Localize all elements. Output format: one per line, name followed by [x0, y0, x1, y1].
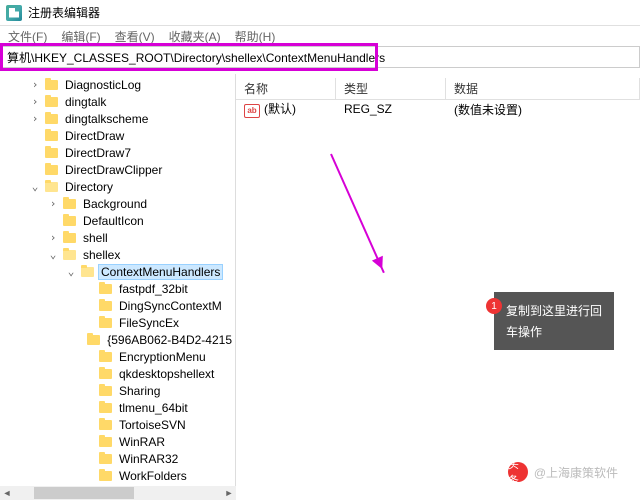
watermark: 头条 @上海康策软件 — [508, 462, 618, 482]
tree-item[interactable]: Sharing — [116, 384, 163, 398]
tree-item[interactable]: WinRAR — [116, 435, 168, 449]
tree-panel[interactable]: › DiagnosticLog › dingtalk › dingtalkscheme… — [0, 74, 236, 486]
tree-item[interactable]: FileSyncEx — [116, 316, 182, 330]
tree-item[interactable]: EncryptionMenu — [116, 350, 209, 364]
watermark-icon: 头条 — [508, 462, 528, 482]
tree-item[interactable]: WorkFolders — [116, 469, 190, 483]
tree-item[interactable]: DingSyncContextM — [116, 299, 225, 313]
tree-item[interactable]: shell — [80, 231, 111, 245]
annotation-badge: 1 — [486, 298, 502, 314]
folder-icon — [98, 435, 114, 449]
horizontal-scrollbar[interactable]: ◄ ► — [0, 486, 236, 500]
menu-bar: 文件(F) 编辑(F) 查看(V) 收藏夹(A) 帮助(H) — [0, 26, 640, 46]
value-data: (数值未设置) — [446, 101, 640, 118]
folder-icon — [98, 299, 114, 313]
scroll-right-icon[interactable]: ► — [222, 486, 236, 500]
folder-icon — [86, 333, 102, 347]
address-bar[interactable] — [0, 46, 640, 68]
tree-item[interactable]: Directory — [62, 180, 116, 194]
tree-item[interactable]: DirectDraw — [62, 129, 127, 143]
string-icon: ab — [244, 104, 260, 118]
annotation-text: 复制到这里进行回车操作 — [506, 304, 602, 339]
scroll-thumb[interactable] — [34, 487, 134, 499]
col-data[interactable]: 数据 — [446, 78, 640, 99]
scroll-left-icon[interactable]: ◄ — [0, 486, 14, 500]
expand-icon[interactable]: › — [46, 197, 60, 210]
tree-item[interactable]: {596AB062-B4D2-4215 — [104, 333, 235, 347]
folder-icon — [44, 163, 60, 177]
folder-icon — [44, 146, 60, 160]
expand-icon[interactable]: › — [46, 231, 60, 244]
menu-favorites[interactable]: 收藏夹(A) — [169, 28, 221, 44]
folder-icon — [44, 78, 60, 92]
expand-icon[interactable]: › — [28, 95, 42, 108]
tree-item[interactable]: shellex — [80, 248, 123, 262]
folder-icon — [44, 112, 60, 126]
annotation-callout: 1 复制到这里进行回车操作 — [494, 292, 614, 350]
folder-icon — [44, 180, 60, 194]
tree-item-selected[interactable]: ContextMenuHandlers — [98, 264, 223, 280]
tree-item[interactable]: WinRAR32 — [116, 452, 181, 466]
folder-icon — [98, 418, 114, 432]
tree-item[interactable]: dingtalkscheme — [62, 112, 151, 126]
folder-icon — [80, 265, 96, 279]
tree-item[interactable]: DiagnosticLog — [62, 78, 144, 92]
tree-item[interactable]: Background — [80, 197, 150, 211]
col-type[interactable]: 类型 — [336, 78, 446, 99]
folder-icon — [62, 248, 78, 262]
tree-item[interactable]: DirectDrawClipper — [62, 163, 165, 177]
collapse-icon[interactable]: ⌄ — [46, 248, 60, 261]
value-row[interactable]: ab (默认) REG_SZ (数值未设置) — [236, 100, 640, 118]
regedit-icon — [6, 5, 22, 21]
value-name: (默认) — [264, 102, 296, 116]
menu-help[interactable]: 帮助(H) — [235, 28, 276, 44]
tree-item[interactable]: dingtalk — [62, 95, 109, 109]
folder-icon — [62, 197, 78, 211]
menu-file[interactable]: 文件(F) — [8, 28, 47, 44]
folder-icon — [98, 282, 114, 296]
tree-item[interactable]: tlmenu_64bit — [116, 401, 191, 415]
tree-item[interactable]: DefaultIcon — [80, 214, 147, 228]
value-type: REG_SZ — [336, 102, 446, 116]
collapse-icon[interactable]: ⌄ — [28, 180, 42, 193]
folder-icon — [98, 316, 114, 330]
expand-icon[interactable]: › — [28, 78, 42, 91]
tree-item[interactable]: qkdesktopshellext — [116, 367, 217, 381]
collapse-icon[interactable]: ⌄ — [64, 265, 78, 278]
tree-item[interactable]: DirectDraw7 — [62, 146, 134, 160]
folder-icon — [98, 350, 114, 364]
tree-item[interactable]: TortoiseSVN — [116, 418, 189, 432]
col-name[interactable]: 名称 — [236, 78, 336, 99]
menu-edit[interactable]: 编辑(F) — [61, 28, 100, 44]
folder-icon — [98, 452, 114, 466]
folder-icon — [98, 469, 114, 483]
folder-icon — [98, 367, 114, 381]
expand-icon[interactable]: › — [28, 112, 42, 125]
window-title: 注册表编辑器 — [28, 4, 100, 21]
tree-item[interactable]: fastpdf_32bit — [116, 282, 191, 296]
watermark-text: @上海康策软件 — [534, 464, 618, 481]
folder-icon — [62, 214, 78, 228]
folder-icon — [62, 231, 78, 245]
menu-view[interactable]: 查看(V) — [115, 28, 155, 44]
folder-icon — [44, 129, 60, 143]
folder-icon — [98, 384, 114, 398]
values-panel[interactable]: 名称 类型 数据 ab (默认) REG_SZ (数值未设置) — [236, 74, 640, 486]
folder-icon — [44, 95, 60, 109]
folder-icon — [98, 401, 114, 415]
